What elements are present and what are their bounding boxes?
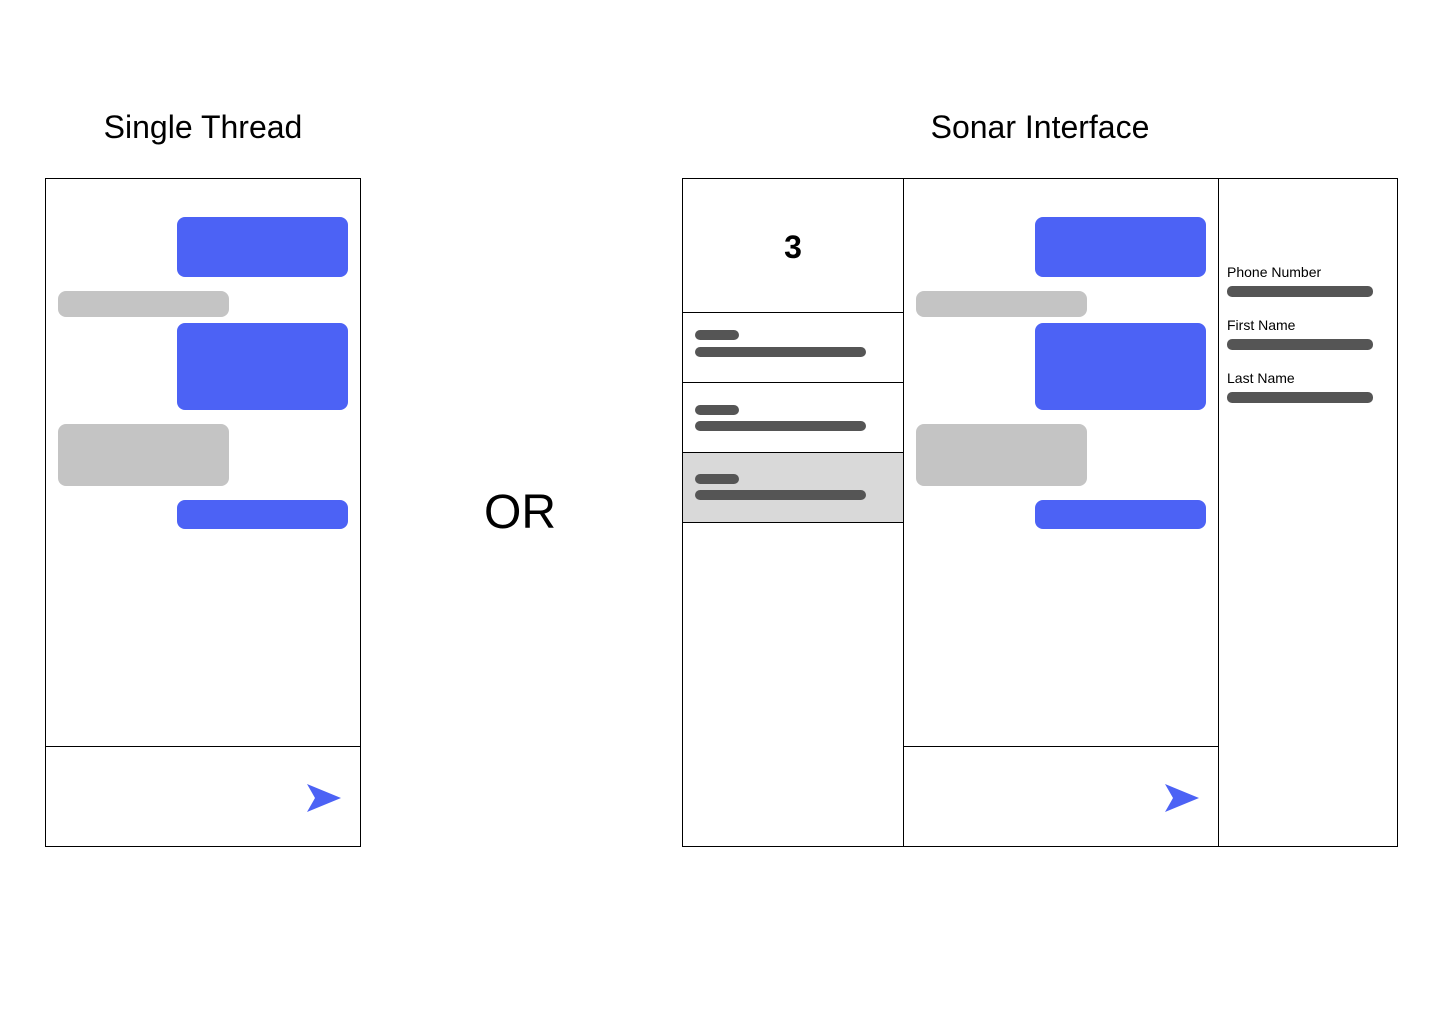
conversation-list-item[interactable]	[683, 313, 903, 382]
sent-message-bubble	[1035, 323, 1206, 410]
conversation-name-placeholder	[695, 330, 739, 340]
sent-message-bubble	[177, 500, 348, 529]
message-composer[interactable]	[904, 747, 1154, 846]
sent-message-bubble	[1035, 217, 1206, 277]
last-name-label: Last Name	[1227, 370, 1295, 386]
received-message-bubble	[58, 291, 229, 317]
received-message-bubble	[916, 291, 1087, 317]
list-divider	[682, 522, 903, 523]
conversation-name-placeholder	[695, 474, 739, 484]
conversation-list-item[interactable]	[683, 383, 903, 452]
received-message-bubble	[58, 424, 229, 486]
or-divider-text: OR	[484, 486, 556, 539]
send-arrow-icon	[1165, 784, 1199, 812]
sent-message-bubble	[177, 217, 348, 277]
received-message-bubble	[916, 424, 1087, 486]
first-name-label: First Name	[1227, 317, 1296, 333]
sonar-interface-title: Sonar Interface	[930, 109, 1150, 145]
phone-number-field[interactable]	[1227, 286, 1373, 297]
conversation-list-item-selected[interactable]	[683, 453, 903, 522]
conversation-count: 3	[784, 229, 802, 265]
phone-number-label: Phone Number	[1227, 264, 1322, 280]
sent-message-bubble	[177, 323, 348, 410]
first-name-field[interactable]	[1227, 339, 1373, 350]
conversation-preview-placeholder	[695, 347, 866, 357]
single-thread-title: Single Thread	[103, 109, 303, 145]
send-button[interactable]	[304, 780, 344, 816]
conversation-preview-placeholder	[695, 421, 866, 431]
conversation-preview-placeholder	[695, 490, 866, 500]
sent-message-bubble	[1035, 500, 1206, 529]
send-button[interactable]	[1162, 780, 1202, 816]
send-arrow-icon	[307, 784, 341, 812]
last-name-field[interactable]	[1227, 392, 1373, 403]
conversation-name-placeholder	[695, 405, 739, 415]
message-composer[interactable]	[46, 747, 296, 846]
